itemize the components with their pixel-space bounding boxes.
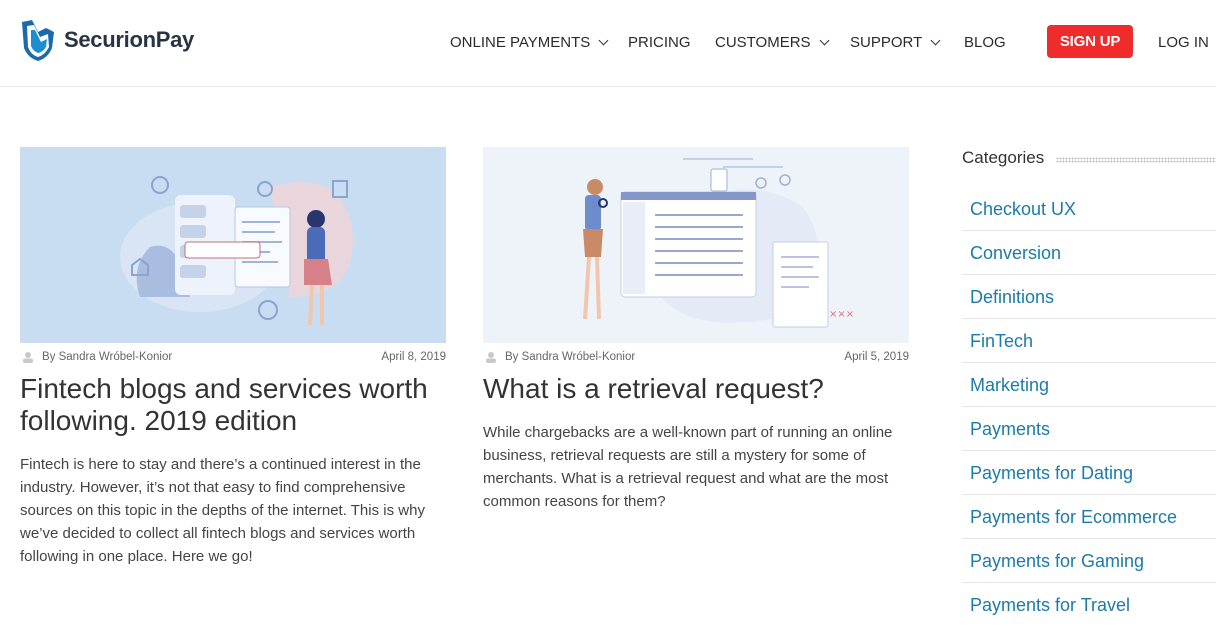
site-header: SecurionPay ONLINE PAYMENTS PRICING CUST… (0, 0, 1216, 87)
category-item[interactable]: Conversion (962, 231, 1216, 275)
post-author[interactable]: By Sandra Wróbel-Konior (22, 351, 172, 363)
post-excerpt: Fintech is here to stay and there’s a co… (20, 456, 425, 565)
category-item[interactable]: FinTech (962, 319, 1216, 363)
retrieval-request-illustration: ××× (583, 158, 854, 328)
category-link[interactable]: Conversion (970, 243, 1061, 264)
user-icon (23, 352, 33, 363)
fintech-illustration (120, 176, 353, 326)
blog-post-card: ××× By Sandra Wróbel-Konior April 5, 201… (483, 147, 909, 510)
category-item[interactable]: Marketing (962, 363, 1216, 407)
post-date: April 8, 2019 (381, 351, 446, 363)
blog-post-card: By Sandra Wróbel-Konior April 8, 2019 Fi… (20, 147, 446, 565)
category-link[interactable]: Marketing (970, 375, 1049, 396)
signup-button[interactable]: SIGN UP (1047, 25, 1133, 58)
category-item[interactable]: Payments (962, 407, 1216, 451)
category-link[interactable]: FinTech (970, 331, 1033, 352)
post-featured-image[interactable] (20, 147, 446, 343)
category-list: Checkout UX Conversion Definitions FinTe… (962, 187, 1216, 626)
nav-support[interactable]: SUPPORT (850, 34, 941, 51)
svg-text:×××: ××× (829, 309, 854, 320)
post-featured-image[interactable]: ××× (483, 147, 909, 343)
nav-blog[interactable]: BLOG (964, 34, 1006, 51)
category-link[interactable]: Payments for Dating (970, 463, 1133, 484)
category-link[interactable]: Payments for Ecommerce (970, 507, 1177, 528)
nav-pricing[interactable]: PRICING (628, 34, 691, 51)
nav-customers-label: CUSTOMERS (715, 34, 811, 51)
category-item[interactable]: Payments for Ecommerce (962, 495, 1216, 539)
category-item[interactable]: Payments for Gaming (962, 539, 1216, 583)
main-nav: ONLINE PAYMENTS PRICING CUSTOMERS SUPPOR… (0, 0, 1216, 86)
nav-support-label: SUPPORT (850, 34, 923, 51)
post-title[interactable]: What is a retrieval request? (483, 373, 923, 405)
category-item[interactable]: Definitions (962, 275, 1216, 319)
category-item[interactable]: Payments for Dating (962, 451, 1216, 495)
login-link[interactable]: LOG IN (1158, 34, 1209, 51)
post-excerpt: While chargebacks are a well-known part … (483, 424, 893, 510)
category-link[interactable]: Payments for Gaming (970, 551, 1144, 572)
nav-online-payments[interactable]: ONLINE PAYMENTS (450, 34, 609, 51)
category-item[interactable]: Payments for Travel (962, 583, 1216, 626)
post-date: April 5, 2019 (844, 351, 909, 363)
post-meta: By Sandra Wróbel-Konior April 8, 2019 (20, 350, 446, 366)
nav-pricing-label: PRICING (628, 34, 691, 51)
post-meta: By Sandra Wróbel-Konior April 5, 2019 (483, 350, 909, 366)
post-title[interactable]: Fintech blogs and services worth followi… (20, 373, 460, 437)
nav-online-payments-label: ONLINE PAYMENTS (450, 34, 591, 51)
post-author-name: By Sandra Wróbel-Konior (505, 351, 636, 363)
category-link[interactable]: Payments (970, 419, 1050, 440)
chevron-down-icon (930, 35, 941, 46)
chevron-down-icon (819, 35, 830, 46)
post-author[interactable]: By Sandra Wróbel-Konior (485, 351, 635, 363)
login-label: LOG IN (1158, 34, 1209, 51)
user-icon (486, 352, 496, 363)
category-item[interactable]: Checkout UX (962, 187, 1216, 231)
post-author-name: By Sandra Wróbel-Konior (42, 351, 173, 363)
chevron-down-icon (598, 35, 609, 46)
category-link[interactable]: Checkout UX (970, 199, 1076, 220)
title-divider (1056, 157, 1216, 163)
nav-customers[interactable]: CUSTOMERS (715, 34, 830, 51)
categories-title: Categories (962, 148, 1045, 167)
category-link[interactable]: Definitions (970, 287, 1054, 308)
category-link[interactable]: Payments for Travel (970, 595, 1130, 616)
nav-blog-label: BLOG (964, 34, 1006, 51)
